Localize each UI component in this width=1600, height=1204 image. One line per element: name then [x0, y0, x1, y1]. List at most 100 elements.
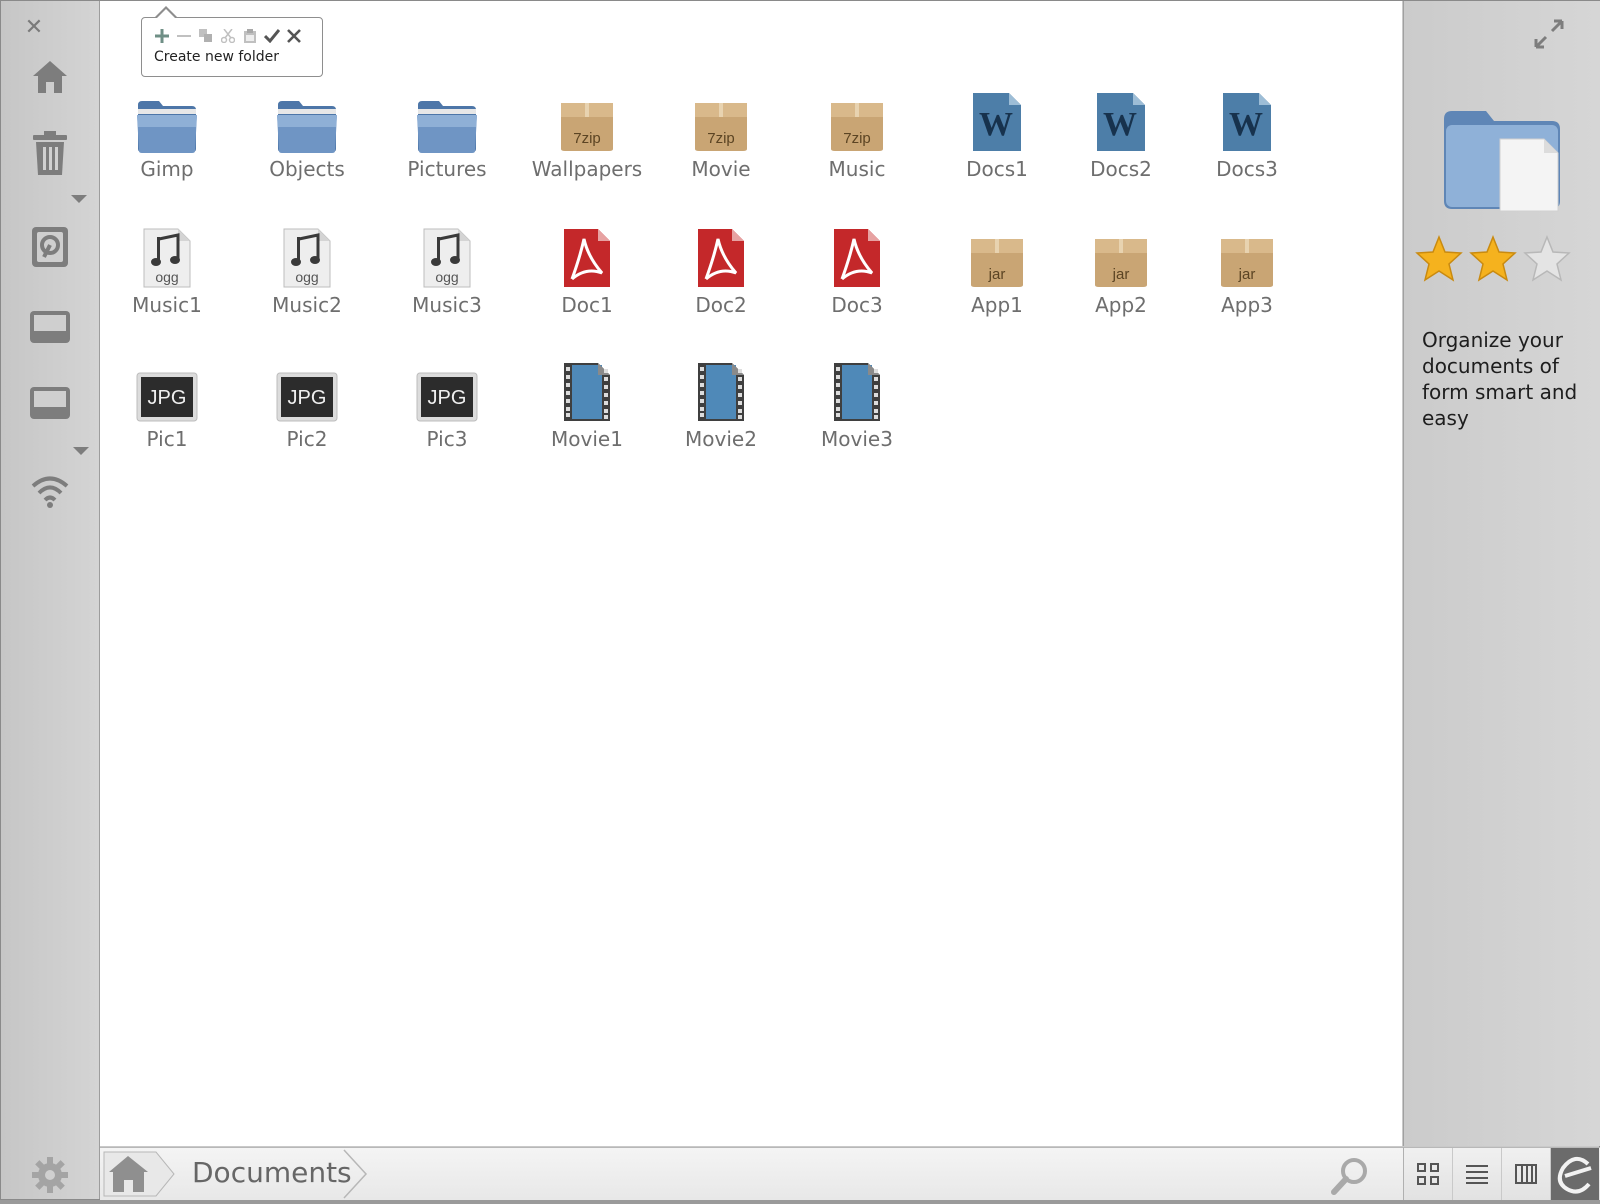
- file-grid-area[interactable]: Gimp Objects Pictures 7zip Wallpapers 7zip Mov…: [100, 1, 1402, 1146]
- cut-icon[interactable]: [220, 28, 236, 44]
- svg-text:7zip: 7zip: [707, 130, 735, 147]
- drive-icon[interactable]: [1, 223, 99, 271]
- svg-text:JPG: JPG: [288, 387, 327, 409]
- file-label: Gimp: [140, 157, 194, 181]
- breadcrumb-home-icon[interactable]: [100, 1148, 175, 1200]
- svg-text:ogg: ogg: [295, 269, 318, 285]
- file-item[interactable]: W Docs2: [1056, 89, 1186, 181]
- paste-icon[interactable]: [242, 28, 258, 44]
- home-icon[interactable]: [1, 53, 99, 101]
- file-label: Pic1: [146, 427, 188, 451]
- tooltip-arrow-inner: [156, 9, 176, 19]
- app-logo-icon[interactable]: [1551, 1148, 1599, 1200]
- word-file-icon: W: [932, 89, 1062, 153]
- folder-file-icon: [102, 89, 232, 153]
- star-filled-icon[interactable]: [1468, 234, 1518, 287]
- svg-text:jar: jar: [1112, 266, 1130, 283]
- file-label: Doc1: [561, 293, 613, 317]
- list-view-icon[interactable]: [1453, 1148, 1502, 1200]
- ogg-file-icon: ogg: [102, 225, 232, 289]
- svg-text:W: W: [1103, 106, 1137, 143]
- breadcrumb-current[interactable]: Documents: [192, 1156, 352, 1189]
- file-item[interactable]: 7zip Wallpapers: [522, 89, 652, 181]
- trash-icon[interactable]: [1, 129, 99, 179]
- file-item[interactable]: 7zip Movie: [656, 89, 786, 181]
- svg-text:JPG: JPG: [148, 387, 187, 409]
- expand-arrow-icon[interactable]: [71, 195, 87, 203]
- file-item[interactable]: W Docs3: [1182, 89, 1312, 181]
- file-label: Movie1: [551, 427, 623, 451]
- copy-icon[interactable]: [198, 28, 214, 44]
- file-item[interactable]: jar App2: [1056, 225, 1186, 317]
- file-item[interactable]: Doc2: [656, 225, 786, 317]
- file-item[interactable]: ogg Music1: [102, 225, 232, 317]
- rating-stars[interactable]: [1414, 234, 1572, 287]
- word-file-icon: W: [1056, 89, 1186, 153]
- search-icon[interactable]: [1330, 1156, 1370, 1196]
- file-label: App1: [971, 293, 1023, 317]
- columns-view-icon[interactable]: [1502, 1148, 1551, 1200]
- details-panel: Organize your documents of form smart an…: [1403, 1, 1600, 1146]
- expand-arrow-icon[interactable]: [73, 447, 89, 455]
- star-empty-icon[interactable]: [1522, 234, 1572, 287]
- file-item[interactable]: Movie3: [792, 359, 922, 451]
- wifi-icon[interactable]: [1, 469, 99, 513]
- folder-preview-icon: [1438, 105, 1568, 219]
- file-item[interactable]: Movie1: [522, 359, 652, 451]
- file-item[interactable]: Doc3: [792, 225, 922, 317]
- file-item[interactable]: ogg Music3: [382, 225, 512, 317]
- file-item[interactable]: JPG Pic2: [242, 359, 372, 451]
- fullscreen-icon[interactable]: [1534, 19, 1564, 53]
- file-item[interactable]: Gimp: [102, 89, 232, 181]
- grid-view-icon[interactable]: [1404, 1148, 1453, 1200]
- file-manager-window: ✕ Gimp Objects Pictures 7zip Wallpapers 7zip M…: [0, 0, 1600, 1200]
- file-label: App2: [1095, 293, 1147, 317]
- file-item[interactable]: Objects: [242, 89, 372, 181]
- gear-icon[interactable]: [1, 1153, 99, 1197]
- add-icon[interactable]: [154, 28, 170, 44]
- file-label: Music3: [412, 293, 482, 317]
- star-filled-icon[interactable]: [1414, 234, 1464, 287]
- movie-file-icon: [522, 359, 652, 423]
- remove-icon[interactable]: [176, 28, 192, 44]
- pdf-file-icon: [792, 225, 922, 289]
- file-item[interactable]: 7zip Music: [792, 89, 922, 181]
- removable-drive-icon[interactable]: [1, 305, 99, 349]
- file-item[interactable]: jar App1: [932, 225, 1062, 317]
- folder-file-icon: [242, 89, 372, 153]
- jar-file-icon: jar: [1056, 225, 1186, 289]
- file-item[interactable]: JPG Pic1: [102, 359, 232, 451]
- tooltip-text: Create new folder: [154, 49, 279, 65]
- svg-text:JPG: JPG: [428, 387, 467, 409]
- close-icon[interactable]: ✕: [23, 17, 45, 39]
- action-toolbar-popup: Create new folder: [141, 6, 323, 77]
- file-label: Pic2: [286, 427, 328, 451]
- file-item[interactable]: ogg Music2: [242, 225, 372, 317]
- file-label: Pictures: [407, 157, 487, 181]
- file-label: Pic3: [426, 427, 468, 451]
- svg-text:ogg: ogg: [155, 269, 178, 285]
- file-item[interactable]: Pictures: [382, 89, 512, 181]
- cancel-icon[interactable]: [286, 28, 302, 44]
- file-item[interactable]: W Docs1: [932, 89, 1062, 181]
- file-item[interactable]: Doc1: [522, 225, 652, 317]
- svg-text:W: W: [1229, 106, 1263, 143]
- 7zip-file-icon: 7zip: [522, 89, 652, 153]
- file-item[interactable]: Movie2: [656, 359, 786, 451]
- movie-file-icon: [656, 359, 786, 423]
- svg-text:7zip: 7zip: [573, 130, 601, 147]
- sidebar: ✕: [1, 1, 100, 1199]
- jar-file-icon: jar: [932, 225, 1062, 289]
- file-item[interactable]: JPG Pic3: [382, 359, 512, 451]
- ogg-file-icon: ogg: [382, 225, 512, 289]
- file-label: Docs2: [1090, 157, 1152, 181]
- movie-file-icon: [792, 359, 922, 423]
- file-label: Docs1: [966, 157, 1028, 181]
- file-item[interactable]: jar App3: [1182, 225, 1312, 317]
- view-mode-toolbar: [1403, 1147, 1600, 1200]
- removable-drive-icon[interactable]: [1, 381, 99, 425]
- file-label: Movie2: [685, 427, 757, 451]
- confirm-icon[interactable]: [264, 28, 280, 44]
- panel-description: Organize your documents of form smart an…: [1422, 328, 1578, 430]
- breadcrumb: Documents: [100, 1147, 1403, 1200]
